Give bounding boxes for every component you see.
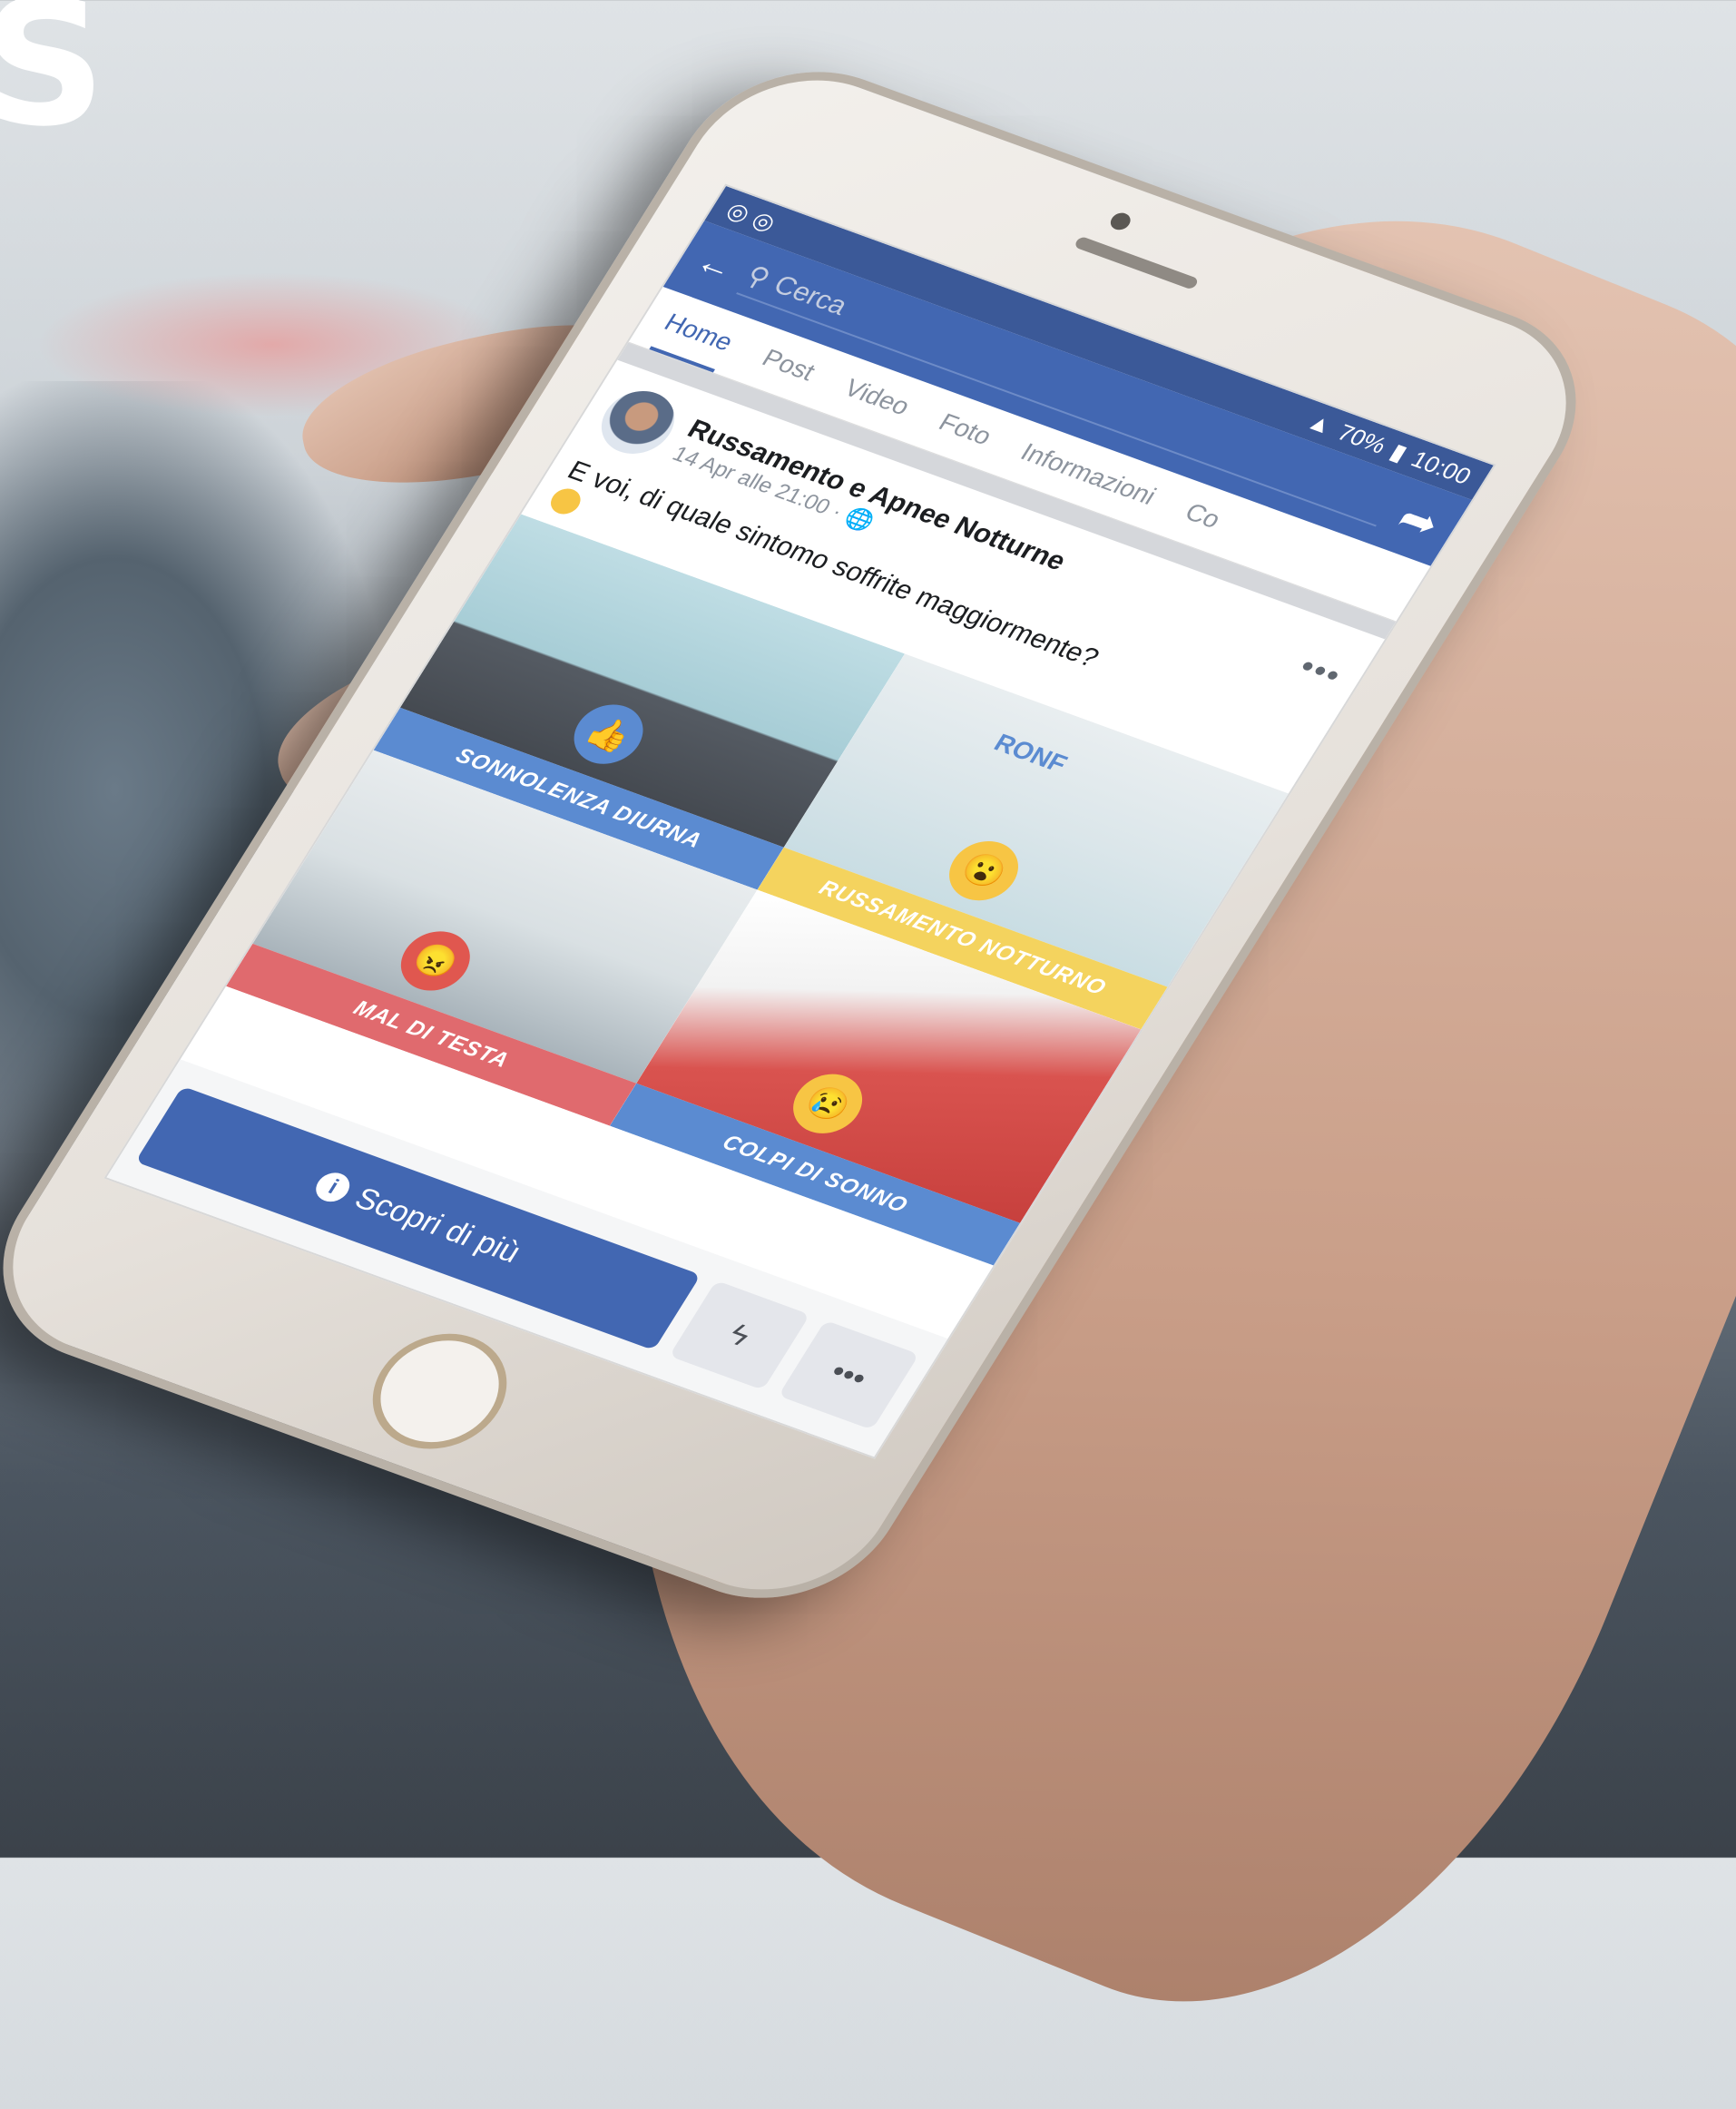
info-icon: i	[309, 1168, 357, 1206]
avatar[interactable]	[588, 381, 688, 464]
battery-icon: ▮	[1385, 437, 1413, 466]
earpiece-speaker	[1073, 235, 1200, 290]
crying-face-emoji-icon	[545, 485, 586, 518]
share-icon[interactable]: ➦	[1388, 493, 1449, 549]
messenger-button[interactable]: ϟ	[669, 1280, 810, 1390]
more-actions-button[interactable]: •••	[778, 1319, 919, 1430]
corner-letter-fragment: S	[0, 0, 106, 164]
search-icon: ⚲	[740, 260, 776, 294]
back-arrow-icon[interactable]: ←	[689, 242, 741, 288]
home-button[interactable]	[348, 1316, 532, 1466]
learn-more-label: Scopri di più	[348, 1181, 527, 1270]
more-icon: •••	[824, 1354, 874, 1396]
snore-text: RONF	[989, 728, 1073, 778]
search-placeholder: Cerca	[768, 270, 853, 321]
more-options-icon[interactable]: •••	[1292, 648, 1349, 694]
messenger-icon: ϟ	[722, 1317, 757, 1353]
signal-icon: ▲	[1302, 407, 1339, 439]
front-camera	[1106, 210, 1134, 233]
tab-community[interactable]: Co	[1170, 498, 1225, 550]
